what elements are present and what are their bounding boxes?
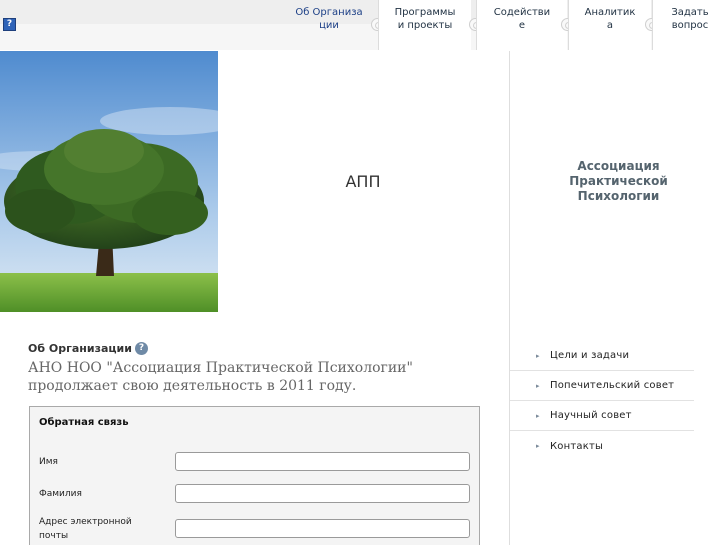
nav-item-assistance[interactable]: Содействие xyxy=(476,0,567,50)
tree-image xyxy=(0,51,218,312)
help-circle-icon[interactable]: ? xyxy=(134,342,148,355)
side-menu-item-scientific-council[interactable]: ▸ Научный совет xyxy=(510,401,694,431)
email-field[interactable] xyxy=(175,519,470,538)
about-heading: Об Организации ? xyxy=(28,342,148,355)
side-menu-item-label: Контакты xyxy=(550,440,604,452)
about-heading-label: Об Организации xyxy=(28,342,132,355)
nav-item-analytics[interactable]: Аналитика xyxy=(568,0,651,50)
arrow-right-icon: ▸ xyxy=(536,381,540,390)
side-menu-item-label: Попечительский совет xyxy=(550,380,675,391)
nav-item-about[interactable]: Об Организации xyxy=(290,0,368,50)
email-label: Адрес электронной почты xyxy=(39,517,132,541)
top-navigation: ? Об Организации Программы и проекты Сод… xyxy=(0,0,727,50)
side-menu-item-goals[interactable]: ▸ Цели и задачи xyxy=(510,341,694,371)
nav-item-programs-label: Программы и проекты xyxy=(394,7,456,31)
side-menu: ▸ Цели и задачи ▸ Попечительский совет ▸… xyxy=(510,341,694,461)
nav-item-programs[interactable]: Программы и проекты xyxy=(378,0,471,50)
nav-item-ask-question-label: Задать вопрос xyxy=(671,7,709,31)
first-name-field[interactable] xyxy=(175,452,470,471)
last-name-label: Фамилия xyxy=(39,489,82,499)
hero-title: АПП xyxy=(345,172,381,191)
about-text: АНО НОО "Ассоциация Практической Психоло… xyxy=(28,360,413,394)
side-menu-item-contacts[interactable]: ▸ Контакты xyxy=(510,431,694,461)
feedback-form-title: Обратная связь xyxy=(39,417,129,428)
nav-item-assistance-label: Содействие xyxy=(493,7,551,31)
nav-item-analytics-label: Аналитика xyxy=(584,7,636,31)
arrow-right-icon: ▸ xyxy=(536,411,540,420)
org-name-text: Ассоциация Практической Психологии xyxy=(569,159,668,203)
arrow-right-icon: ▸ xyxy=(536,442,540,450)
org-name: Ассоциация Практической Психологии xyxy=(510,51,727,312)
nav-item-ask-question[interactable]: Задать вопрос xyxy=(652,0,727,50)
side-menu-item-board-of-trustees[interactable]: ▸ Попечительский совет xyxy=(510,371,694,401)
feedback-form: Обратная связь Имя Фамилия Адрес электро… xyxy=(29,406,480,545)
arrow-right-icon: ▸ xyxy=(536,351,540,360)
side-menu-item-label: Цели и задачи xyxy=(550,350,630,361)
last-name-field[interactable] xyxy=(175,484,470,503)
first-name-label: Имя xyxy=(39,457,58,467)
side-menu-item-label: Научный совет xyxy=(550,410,632,421)
nav-item-about-label: Об Организации xyxy=(295,7,363,31)
help-icon[interactable]: ? xyxy=(3,18,16,31)
